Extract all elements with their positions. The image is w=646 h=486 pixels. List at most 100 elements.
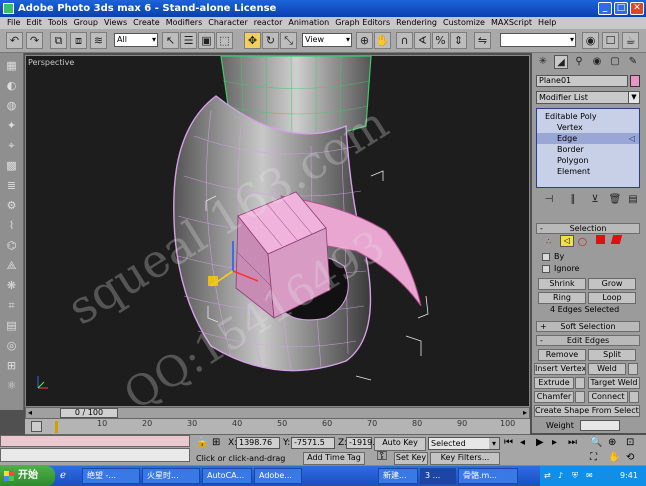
create-light-icon[interactable]: ✦ bbox=[4, 119, 19, 133]
named-selection-dropdown[interactable]: ▾ bbox=[500, 33, 576, 47]
edit-mesh-icon[interactable]: ⌗ bbox=[4, 299, 19, 313]
undo-icon[interactable]: ↶ bbox=[6, 32, 23, 49]
insert-vertex-button[interactable]: Insert Vertex bbox=[534, 363, 586, 375]
object-name-field[interactable]: Plane01 bbox=[536, 75, 628, 87]
slider-prev-icon[interactable]: ◂ bbox=[28, 408, 32, 417]
menu-rendering[interactable]: Rendering bbox=[393, 17, 440, 29]
taskbar-item-6[interactable]: 3 ... bbox=[420, 468, 456, 484]
region-select-icon[interactable]: ▣ bbox=[198, 32, 215, 49]
target-weld-button[interactable]: Target Weld bbox=[588, 377, 640, 389]
chamfer-settings-button[interactable] bbox=[575, 391, 585, 403]
window-crossing-icon[interactable]: ⬚ bbox=[216, 32, 233, 49]
grow-button[interactable]: Grow bbox=[588, 278, 636, 290]
add-time-tag-button[interactable]: Add Time Tag bbox=[303, 452, 365, 465]
unlink-icon[interactable]: ⧈ bbox=[70, 32, 87, 49]
select-object-icon[interactable]: ↖ bbox=[162, 32, 179, 49]
prev-frame-icon[interactable]: ◂ bbox=[520, 437, 525, 448]
time-slider-thumb[interactable]: 0 / 100 bbox=[60, 408, 118, 418]
polygon-mode-icon[interactable] bbox=[596, 235, 605, 244]
stack-item-editable-poly[interactable]: Editable Poly bbox=[537, 111, 639, 122]
tray-network-icon[interactable]: ⇄ bbox=[544, 466, 551, 486]
motion-tab-icon[interactable]: ◉ bbox=[590, 55, 604, 69]
noise-modifier-icon[interactable]: ❋ bbox=[4, 279, 19, 293]
bind-space-warp-icon[interactable]: ≋ bbox=[90, 32, 107, 49]
go-to-start-icon[interactable]: ⏮ bbox=[504, 437, 513, 448]
scale-icon[interactable]: ⤡ bbox=[280, 32, 297, 49]
create-systems-icon[interactable]: ⚙ bbox=[4, 199, 19, 213]
selection-filter-dropdown[interactable]: All ▾ bbox=[114, 33, 158, 47]
menu-character[interactable]: Character bbox=[205, 17, 251, 29]
ring-button[interactable]: Ring bbox=[538, 292, 586, 304]
make-unique-icon[interactable]: ⊻ bbox=[588, 193, 602, 207]
zoom-icon[interactable]: 🔍 bbox=[590, 437, 602, 448]
z-coordinate-field[interactable]: -1919. bbox=[346, 437, 375, 449]
create-cylinder-icon[interactable]: ◍ bbox=[4, 99, 19, 113]
menu-tools[interactable]: Tools bbox=[45, 17, 71, 29]
minimize-button[interactable]: _ bbox=[598, 2, 612, 15]
menu-group[interactable]: Group bbox=[71, 17, 101, 29]
meshsmooth-icon[interactable]: ◎ bbox=[4, 339, 19, 353]
create-camera-icon[interactable]: ⌖ bbox=[4, 139, 19, 153]
pivot-center-icon[interactable]: ⊕ bbox=[356, 32, 373, 49]
create-spacewarp-icon[interactable]: ≣ bbox=[4, 179, 19, 193]
stack-item-vertex[interactable]: Vertex bbox=[537, 122, 639, 133]
create-box-icon[interactable]: ▦ bbox=[4, 59, 19, 73]
quick-render-icon[interactable]: ☕ bbox=[622, 32, 639, 49]
close-button[interactable]: ✕ bbox=[630, 2, 644, 15]
maxscript-input-mini[interactable] bbox=[0, 448, 190, 462]
maximize-button[interactable]: □ bbox=[614, 2, 628, 15]
arc-rotate-icon[interactable]: ⟲ bbox=[626, 452, 634, 463]
select-manipulate-icon[interactable]: ✋ bbox=[374, 32, 391, 49]
menu-create[interactable]: Create bbox=[130, 17, 163, 29]
render-scene-icon[interactable]: ☐ bbox=[602, 32, 619, 49]
weight-spinner[interactable] bbox=[580, 420, 620, 431]
menu-help[interactable]: Help bbox=[535, 17, 559, 29]
redo-icon[interactable]: ↷ bbox=[26, 32, 43, 49]
next-frame-icon[interactable]: ▸ bbox=[552, 437, 557, 448]
stack-item-polygon[interactable]: Polygon bbox=[537, 155, 639, 166]
taskbar-item-2[interactable]: 火星时... bbox=[142, 468, 200, 484]
stack-item-border[interactable]: Border bbox=[537, 144, 639, 155]
lock-selection-icon[interactable]: 🔒 bbox=[196, 437, 208, 448]
soft-selection-rollout-header[interactable]: + Soft Selection bbox=[536, 321, 640, 332]
menu-reactor[interactable]: reactor bbox=[251, 17, 286, 29]
by-vertex-checkbox[interactable] bbox=[542, 253, 550, 261]
edit-edges-rollout-header[interactable]: - Edit Edges bbox=[536, 335, 640, 346]
trackbar-menu-icon[interactable] bbox=[31, 421, 42, 432]
menu-animation[interactable]: Animation bbox=[285, 17, 332, 29]
connect-button[interactable]: Connect bbox=[588, 391, 628, 403]
reference-coordinate-dropdown[interactable]: View ▾ bbox=[302, 33, 352, 47]
stack-item-edge[interactable]: Edge ◁ bbox=[537, 133, 639, 144]
object-color-swatch[interactable] bbox=[630, 75, 640, 87]
menu-views[interactable]: Views bbox=[101, 17, 130, 29]
menu-customize[interactable]: Customize bbox=[440, 17, 488, 29]
hierarchy-tab-icon[interactable]: ⚲ bbox=[572, 55, 586, 69]
go-to-end-icon[interactable]: ⏭ bbox=[568, 437, 577, 448]
track-bar[interactable]: 10 20 30 40 50 60 70 80 90 100 bbox=[25, 419, 530, 435]
taskbar-item-7[interactable]: 骨骼.m... bbox=[458, 468, 518, 484]
reactor-icon[interactable]: ⚛ bbox=[4, 379, 19, 393]
create-tab-icon[interactable]: ✳ bbox=[536, 55, 550, 69]
configure-sets-icon[interactable]: ▤ bbox=[626, 193, 640, 207]
remove-button[interactable]: Remove bbox=[538, 349, 586, 361]
weld-settings-button[interactable] bbox=[628, 363, 638, 375]
taskbar-item-5[interactable]: 新建... bbox=[378, 468, 418, 484]
create-helper-icon[interactable]: ▩ bbox=[4, 159, 19, 173]
rotate-icon[interactable]: ↻ bbox=[262, 32, 279, 49]
percent-snap-icon[interactable]: % bbox=[432, 32, 449, 49]
zoom-extents-icon[interactable]: ⊡ bbox=[626, 437, 634, 448]
taskbar-item-3[interactable]: AutoCA... bbox=[202, 468, 252, 484]
angle-snap-icon[interactable]: ∢ bbox=[414, 32, 431, 49]
shrink-button[interactable]: Shrink bbox=[538, 278, 586, 290]
bend-modifier-icon[interactable]: ⌇ bbox=[4, 219, 19, 233]
material-editor-icon[interactable]: ◉ bbox=[582, 32, 599, 49]
taper-modifier-icon[interactable]: ⟁ bbox=[4, 259, 19, 273]
extrude-button[interactable]: Extrude bbox=[534, 377, 574, 389]
set-key-icon[interactable]: ⚿ bbox=[370, 450, 394, 464]
menu-graph-editors[interactable]: Graph Editors bbox=[332, 17, 393, 29]
weld-button[interactable]: Weld bbox=[588, 363, 626, 375]
edge-mode-icon[interactable]: ◁ bbox=[560, 235, 574, 247]
show-end-result-icon[interactable]: ∥ bbox=[566, 193, 580, 207]
snap-toggle-icon[interactable]: ∩ bbox=[396, 32, 413, 49]
y-coordinate-field[interactable]: -7571.5 bbox=[291, 437, 335, 449]
